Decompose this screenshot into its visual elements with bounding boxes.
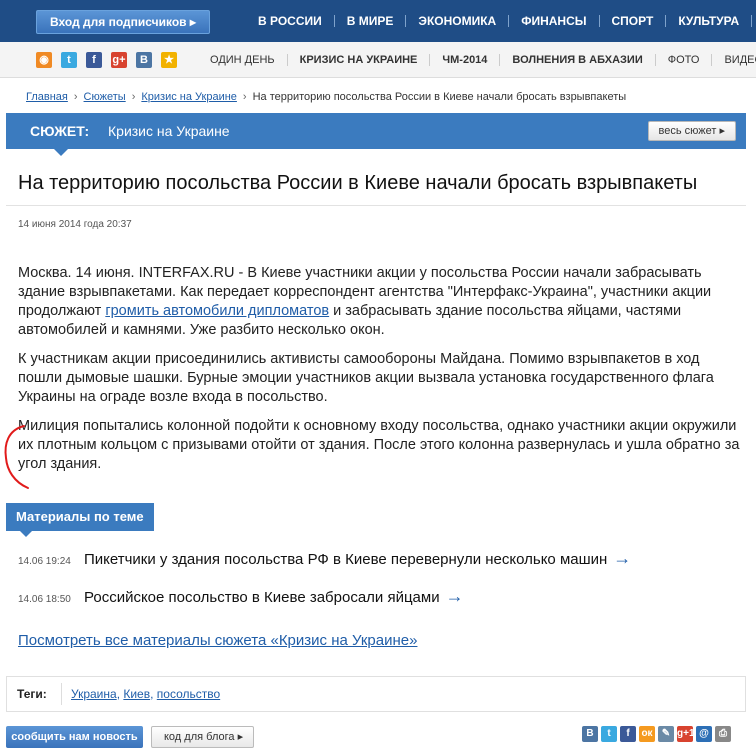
- article-paragraph: Москва. 14 июня. INTERFAX.RU - В Киеве у…: [18, 264, 740, 340]
- blog-code-label: код для блога: [164, 731, 235, 743]
- story-bar: СЮЖЕТ: Кризис на Украине весь сюжет ▸: [6, 113, 746, 156]
- nav-item-finance[interactable]: ФИНАНСЫ: [509, 15, 600, 27]
- article-body: Москва. 14 июня. INTERFAX.RU - В Киеве у…: [18, 264, 740, 484]
- vk-share-icon[interactable]: В: [582, 726, 598, 742]
- subscriber-login-button[interactable]: Вход для подписчиков ▸: [36, 10, 210, 34]
- print-share-icon[interactable]: ⎙: [715, 726, 731, 742]
- related-pointer: [20, 531, 32, 537]
- tags-label: Теги:: [17, 687, 47, 701]
- breadcrumb-separator: ›: [242, 91, 247, 103]
- subnav-item[interactable]: КРИЗИС НА УКРАИНЕ: [288, 54, 431, 66]
- breadcrumb: Главная › Сюжеты › Кризис на Украине › На терр…: [26, 91, 626, 103]
- secondary-nav: ОДИН ДЕНЬ КРИЗИС НА УКРАИНЕ ЧМ-2014 ВОЛНЕНИ…: [198, 42, 756, 78]
- nav-item-moscow[interactable]: МО: [752, 15, 756, 27]
- related-item[interactable]: 14.06 19:24 Пикетчики у здания посольства…: [18, 548, 631, 569]
- article-headline: На территорию посольства России в Киеве …: [18, 172, 698, 194]
- nav-item-culture[interactable]: КУЛЬТУРА: [666, 15, 753, 27]
- nav-item-sport[interactable]: СПОРТ: [600, 15, 667, 27]
- subnav-item[interactable]: ОДИН ДЕНЬ: [198, 54, 288, 66]
- subnav-item[interactable]: ВИДЕО: [712, 54, 756, 66]
- tag-separator: ,: [150, 687, 157, 701]
- nav-item-economy[interactable]: ЭКОНОМИКА: [406, 15, 510, 27]
- related-time: 14.06 18:50: [18, 594, 71, 605]
- tag-link[interactable]: Украина: [71, 687, 117, 701]
- arrow-right-icon[interactable]: →: [446, 586, 464, 606]
- rss-icon[interactable]: ◉: [36, 52, 52, 68]
- send-news-button[interactable]: сообщить нам новость: [6, 726, 143, 748]
- tag-link[interactable]: Киев: [123, 687, 150, 701]
- related-title[interactable]: Пикетчики у здания посольства РФ в Киеве…: [84, 551, 607, 568]
- chevron-right-icon: ▸: [189, 15, 196, 29]
- star-icon[interactable]: ★: [161, 52, 177, 68]
- article-paragraph: К участникам акции присоединились активи…: [18, 351, 714, 405]
- story-label: СЮЖЕТ:: [30, 123, 90, 139]
- twitter-icon[interactable]: t: [61, 52, 77, 68]
- red-annotation-mark: [4, 425, 29, 489]
- gplus-share-icon[interactable]: g+1: [677, 726, 695, 742]
- tags-box: Теги: Украина, Киев, посольство: [6, 676, 746, 712]
- vkontakte-icon[interactable]: В: [136, 52, 152, 68]
- share-buttons: Вt f ок ✎ g+1 @ ⎙: [582, 726, 731, 742]
- blog-code-button[interactable]: код для блога ▸: [151, 726, 254, 748]
- all-story-label: весь сюжет: [658, 125, 717, 137]
- breadcrumb-separator: ›: [73, 91, 78, 103]
- subnav-item[interactable]: ВОЛНЕНИЯ В АБХАЗИИ: [500, 54, 656, 66]
- breadcrumb-story[interactable]: Кризис на Украине: [141, 91, 237, 103]
- article-paragraph: Милиция попытались колонной подойти к ос…: [18, 418, 740, 472]
- facebook-share-icon[interactable]: f: [620, 726, 636, 742]
- mail-share-icon[interactable]: @: [696, 726, 712, 742]
- breadcrumb-home[interactable]: Главная: [26, 91, 68, 103]
- chevron-right-icon: ▸: [237, 731, 244, 743]
- related-item[interactable]: 14.06 18:50 Российское посольство в Киеве…: [18, 586, 464, 607]
- odnoklassniki-share-icon[interactable]: ок: [639, 726, 655, 742]
- nav-item-russia[interactable]: В РОССИИ: [246, 15, 335, 27]
- main-nav: В РОССИИ В МИРЕ ЭКОНОМИКА ФИНАНСЫ СПОРТ …: [246, 0, 756, 42]
- top-navigation-bar: Вход для подписчиков ▸ В РОССИИ В МИРЕ Э…: [0, 0, 756, 42]
- story-title[interactable]: Кризис на Украине: [108, 123, 230, 139]
- subnav-item[interactable]: ФОТО: [656, 54, 713, 66]
- subscriber-login-label: Вход для подписчиков: [50, 15, 187, 29]
- related-title[interactable]: Российское посольство в Киеве забросали …: [84, 589, 440, 606]
- arrow-right-icon[interactable]: →: [613, 548, 631, 568]
- livejournal-share-icon[interactable]: ✎: [658, 726, 674, 742]
- nav-item-world[interactable]: В МИРЕ: [335, 15, 407, 27]
- breadcrumb-separator: ›: [131, 91, 136, 103]
- secondary-bar: ◉ t f g+ В ★ ОДИН ДЕНЬ КРИЗИС НА УКРАИНЕ ЧМ-201…: [0, 42, 756, 78]
- tag-link[interactable]: посольство: [157, 687, 220, 701]
- divider: [6, 205, 746, 206]
- story-pointer: [54, 149, 68, 156]
- breadcrumb-stories[interactable]: Сюжеты: [84, 91, 126, 103]
- googleplus-icon[interactable]: g+: [111, 52, 127, 68]
- inline-link[interactable]: громить автомобили дипломатов: [105, 303, 329, 319]
- related-header: Материалы по теме: [6, 503, 154, 531]
- facebook-icon[interactable]: f: [86, 52, 102, 68]
- related-time: 14.06 19:24: [18, 556, 71, 567]
- twitter-share-icon[interactable]: t: [601, 726, 617, 742]
- all-story-button[interactable]: весь сюжет ▸: [647, 121, 736, 141]
- article-date: 14 июня 2014 года 20:37: [18, 219, 132, 230]
- breadcrumb-current: На территорию посольства России в Киеве …: [252, 91, 627, 103]
- chevron-right-icon: ▸: [719, 125, 725, 137]
- tags-divider: [61, 683, 71, 705]
- tags-list: Украина, Киев, посольство: [71, 687, 220, 701]
- subnav-item[interactable]: ЧМ-2014: [430, 54, 501, 66]
- all-story-materials-link[interactable]: Посмотреть все материалы сюжета «Кризис …: [18, 632, 417, 649]
- social-links: ◉ t f g+ В ★: [36, 52, 177, 68]
